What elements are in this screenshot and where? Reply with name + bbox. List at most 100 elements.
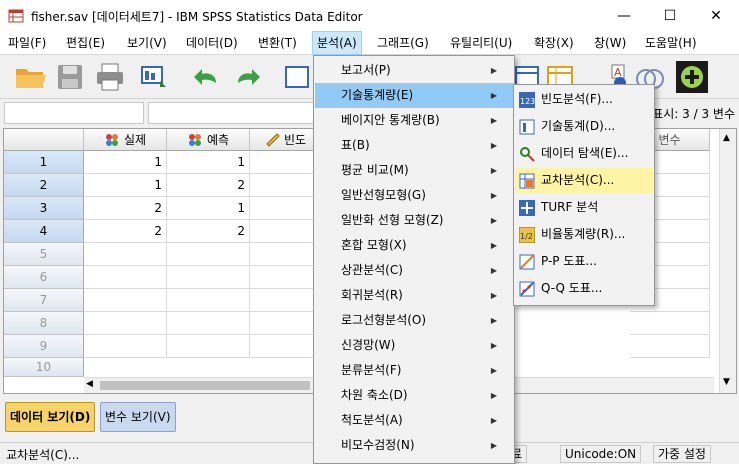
close-button[interactable]: ✕ <box>693 0 739 31</box>
menu-item-regression[interactable]: 회귀분석(R) ▶ <box>315 283 513 308</box>
menu-item-neural-networks[interactable]: 신경망(W) ▶ <box>315 333 513 358</box>
table-cell[interactable] <box>250 289 320 312</box>
menu-item-reports[interactable]: 보고서(P) ▶ <box>315 58 513 83</box>
column-header-actual[interactable]: 실제 <box>84 129 167 151</box>
undo-arrow-icon[interactable] <box>188 59 224 95</box>
table-cell[interactable] <box>250 266 320 289</box>
redo-arrow-icon[interactable] <box>230 59 266 95</box>
row-header[interactable]: 3 <box>4 197 84 220</box>
table-cell[interactable] <box>84 243 167 266</box>
menu-view[interactable]: 보기(V) <box>123 31 171 55</box>
save-disk-icon[interactable] <box>52 59 88 95</box>
scroll-up-icon[interactable]: ▲ <box>723 133 730 143</box>
minimize-button[interactable]: — <box>601 0 647 31</box>
menu-data[interactable]: 데이터(D) <box>182 31 242 55</box>
submenu-arrow-icon: ▶ <box>490 66 497 75</box>
row-header[interactable]: 10 <box>4 358 84 377</box>
print-icon[interactable] <box>92 59 128 95</box>
menu-item-compare-means[interactable]: 평균 비교(M) ▶ <box>315 158 513 183</box>
submenu-arrow-icon: ▶ <box>490 141 497 150</box>
table-cell[interactable] <box>250 197 320 220</box>
row-header[interactable]: 2 <box>4 174 84 197</box>
menu-item-turf[interactable]: TURF 분석 <box>515 195 653 220</box>
menu-item-descriptive-statistics[interactable]: 기술통계량(E) ▶ <box>315 83 513 108</box>
menu-transform[interactable]: 변환(T) <box>254 31 301 55</box>
menu-item-correlate[interactable]: 상관분석(C) ▶ <box>315 258 513 283</box>
menu-window[interactable]: 창(W) <box>590 31 630 55</box>
table-cell[interactable] <box>250 151 320 174</box>
frequencies-icon: 123 <box>519 92 535 108</box>
table-cell[interactable] <box>250 243 320 266</box>
scroll-down-icon[interactable]: ▼ <box>723 377 730 387</box>
table-cell[interactable] <box>250 335 320 358</box>
menu-help[interactable]: 도움말(H) <box>641 31 701 55</box>
menu-item-explore[interactable]: 데이터 탐색(E)... <box>515 141 653 166</box>
table-cell[interactable]: 2 <box>167 220 250 243</box>
table-cell[interactable] <box>630 335 710 358</box>
menu-item-label: 차원 축소(D) <box>341 388 408 402</box>
menu-item-bayesian[interactable]: 베이지안 통계량(B) ▶ <box>315 108 513 133</box>
table-cell[interactable] <box>250 220 320 243</box>
row-header[interactable]: 7 <box>4 289 84 312</box>
cell-reference-field[interactable] <box>4 102 144 124</box>
scroll-left-icon[interactable]: ◀ <box>86 379 93 389</box>
menu-item-generalized-linear[interactable]: 일반화 선형 모형(Z) ▶ <box>315 208 513 233</box>
tab-data-view[interactable]: 데이터 보기(D) <box>5 402 96 432</box>
table-cell[interactable] <box>167 266 250 289</box>
column-header-frequency[interactable]: 빈도 <box>250 129 320 151</box>
menu-item-tables[interactable]: 표(B) ▶ <box>315 133 513 158</box>
open-folder-icon[interactable] <box>12 59 48 95</box>
table-cell[interactable] <box>84 312 167 335</box>
row-header[interactable]: 5 <box>4 243 84 266</box>
menu-item-classify[interactable]: 분류분석(F) ▶ <box>315 358 513 383</box>
menu-item-glm[interactable]: 일반선형모형(G) ▶ <box>315 183 513 208</box>
menu-analyze[interactable]: 분석(A) <box>312 31 362 55</box>
table-cell[interactable]: 2 <box>167 174 250 197</box>
table-cell[interactable]: 1 <box>84 174 167 197</box>
table-cell[interactable] <box>84 266 167 289</box>
table-cell[interactable] <box>167 312 250 335</box>
menu-extensions[interactable]: 확장(X) <box>530 31 578 55</box>
table-cell[interactable]: 1 <box>167 197 250 220</box>
cell-value-field[interactable] <box>148 102 318 124</box>
menu-edit[interactable]: 편집(E) <box>62 31 109 55</box>
column-header-predicted[interactable]: 예측 <box>167 129 250 151</box>
menu-item-scale[interactable]: 척도분석(A) ▶ <box>315 408 513 433</box>
row-header[interactable]: 9 <box>4 335 84 358</box>
menu-item-loglinear[interactable]: 로그선형분석(O) ▶ <box>315 308 513 333</box>
row-header[interactable]: 8 <box>4 312 84 335</box>
table-cell[interactable] <box>167 289 250 312</box>
table-cell[interactable] <box>167 243 250 266</box>
table-cell[interactable] <box>84 289 167 312</box>
table-cell[interactable]: 1 <box>167 151 250 174</box>
table-cell[interactable] <box>84 335 167 358</box>
menu-item-frequencies[interactable]: 123 빈도분석(F)... <box>515 87 653 112</box>
recall-dialog-icon[interactable] <box>136 59 172 95</box>
table-cell[interactable]: 2 <box>84 197 167 220</box>
menu-item-descriptives[interactable]: 기술통계(D)... <box>515 114 653 139</box>
vertical-scrollbar[interactable]: ▲ ▼ <box>719 129 736 393</box>
menu-item-pp-plot[interactable]: P-P 도표... <box>515 249 653 274</box>
tab-variable-view[interactable]: 변수 보기(V) <box>100 402 176 432</box>
row-header[interactable]: 4 <box>4 220 84 243</box>
table-cell[interactable] <box>250 174 320 197</box>
menu-item-ratio[interactable]: 1/2 비율통계량(R)... <box>515 222 653 247</box>
menu-file[interactable]: 파일(F) <box>4 31 50 55</box>
menu-graphs[interactable]: 그래프(G) <box>373 31 433 55</box>
table-cell[interactable]: 2 <box>84 220 167 243</box>
menu-item-mixed-models[interactable]: 혼합 모형(X) ▶ <box>315 233 513 258</box>
menu-utilities[interactable]: 유틸리티(U) <box>446 31 516 55</box>
table-cell[interactable] <box>630 312 710 335</box>
table-cell[interactable] <box>250 312 320 335</box>
extension-plus-icon[interactable] <box>674 59 710 95</box>
menu-item-crosstabs[interactable]: 교차분석(C)... <box>515 168 653 193</box>
menu-item-nonparametric[interactable]: 비모수검정(N) ▶ <box>315 433 513 458</box>
table-cell[interactable]: 1 <box>84 151 167 174</box>
row-header[interactable]: 1 <box>4 151 84 174</box>
maximize-button[interactable]: ☐ <box>647 0 693 31</box>
menu-item-qq-plot[interactable]: Q-Q 도표... <box>515 276 653 301</box>
scroll-thumb[interactable] <box>100 381 310 390</box>
menu-item-dimension-reduction[interactable]: 차원 축소(D) ▶ <box>315 383 513 408</box>
row-header[interactable]: 6 <box>4 266 84 289</box>
table-cell[interactable] <box>167 335 250 358</box>
